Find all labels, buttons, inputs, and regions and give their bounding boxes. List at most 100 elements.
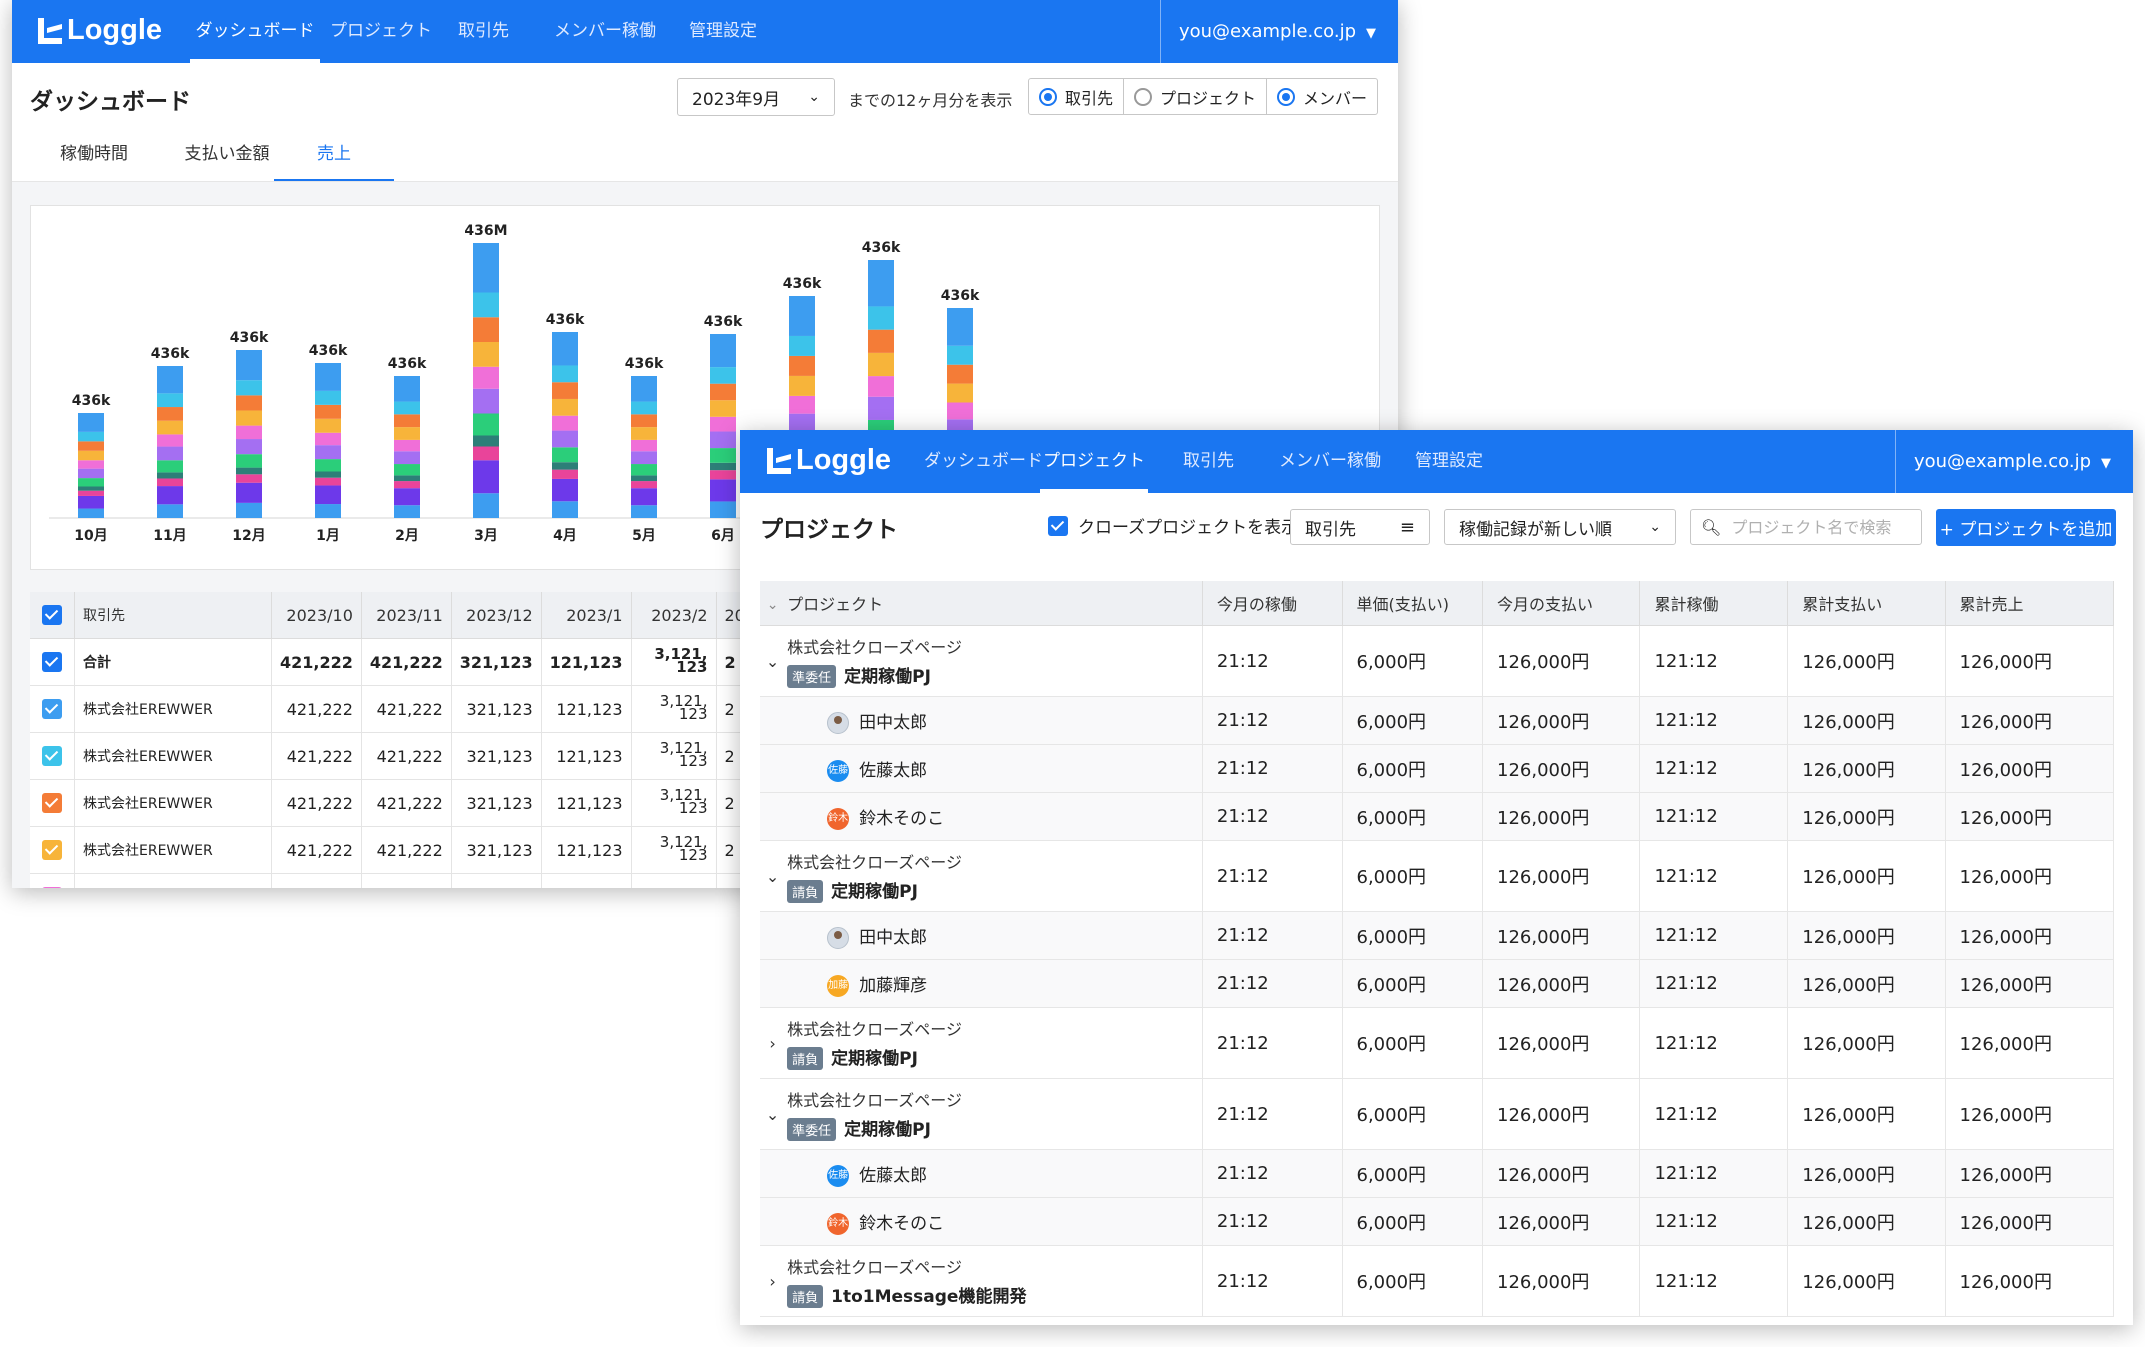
logo[interactable]: Loggle: [38, 14, 162, 47]
table-row[interactable]: 株式会社EREWWER421,222421,222321,123121,1233…: [30, 873, 794, 888]
project-name[interactable]: 1to1Message機能開発: [831, 1287, 1026, 1307]
bar-segment: [473, 413, 499, 436]
sort-select[interactable]: 稼働記録が新しい順 ⌄: [1444, 509, 1676, 545]
table-row[interactable]: 株式会社EREWWER421,222421,222321,123121,1233…: [30, 732, 794, 780]
expand-cell[interactable]: ⌄: [760, 1078, 786, 1150]
checkbox-checked-icon[interactable]: [42, 652, 62, 673]
chevron-right-icon[interactable]: ›: [769, 1034, 775, 1053]
project-name[interactable]: 定期稼働PJ: [831, 1049, 918, 1069]
nav-projects[interactable]: プロジェクト: [1040, 430, 1148, 493]
total-payment: 126,000円: [1787, 959, 1946, 1008]
expand-cell[interactable]: ⌄: [760, 840, 786, 912]
bar-segment: [710, 470, 736, 480]
account-menu[interactable]: you@example.co.jp ▼: [1159, 0, 1398, 63]
row-checkbox-cell[interactable]: [30, 732, 75, 780]
member-row[interactable]: 加藤 加藤輝彦 21:12 6,000円 126,000円 121:12 126,000円 1…: [760, 959, 2115, 1008]
expand-cell[interactable]: ⌄: [760, 625, 786, 697]
tab-sales[interactable]: 売上: [274, 134, 394, 182]
expand-cell[interactable]: ›: [760, 1007, 786, 1079]
radio-project[interactable]: プロジェクト: [1124, 79, 1268, 114]
bar-segment: [947, 383, 973, 403]
checkbox-checked-icon[interactable]: [42, 699, 62, 720]
project-cell[interactable]: 株式会社クローズページ 請負 1to1Message機能開発: [785, 1245, 1203, 1317]
project-row[interactable]: ⌄ 株式会社クローズページ 準委任 定期稼働PJ 21:12 6,000円 126,000円…: [760, 625, 2115, 697]
show-closed-toggle[interactable]: クローズプロジェクトを表示: [1048, 513, 1298, 538]
checkbox-checked-icon[interactable]: [42, 746, 62, 767]
nav-member-activity[interactable]: メンバー稼働: [1279, 430, 1381, 493]
chevron-right-icon[interactable]: ›: [769, 1272, 775, 1291]
checkbox-checked-icon[interactable]: [42, 840, 62, 861]
chevron-down-icon: ▼: [2101, 456, 2111, 471]
project-row[interactable]: ⌄ 株式会社クローズページ 準委任 定期稼働PJ 21:12 6,000円 126,000円…: [760, 1078, 2115, 1150]
table-row[interactable]: 株式会社EREWWER421,222421,222321,123121,1233…: [30, 685, 794, 733]
tab-payments[interactable]: 支払い金額: [162, 134, 292, 182]
checkbox-checked-icon[interactable]: [1048, 515, 1068, 536]
project-name[interactable]: 定期稼働PJ: [831, 882, 918, 902]
project-cell[interactable]: 株式会社クローズページ 請負 定期稼働PJ: [785, 1007, 1203, 1079]
project-cell[interactable]: 株式会社クローズページ 準委任 定期稼働PJ: [785, 625, 1203, 697]
checkbox-checked-icon[interactable]: [42, 887, 62, 888]
chevron-down-icon[interactable]: ⌄: [766, 867, 779, 886]
member-row[interactable]: 佐藤 佐藤太郎 21:12 6,000円 126,000円 121:12 126,000円 1…: [760, 744, 2115, 793]
account-menu[interactable]: you@example.co.jp ▼: [1894, 430, 2133, 493]
member-row[interactable]: 田中太郎 21:12 6,000円 126,000円 121:12 126,000円 126…: [760, 911, 2115, 960]
client-filter[interactable]: 取引先 ≡: [1290, 509, 1430, 545]
nav-member-activity[interactable]: メンバー稼働: [554, 0, 656, 63]
project-row[interactable]: › 株式会社クローズページ 請負 定期稼働PJ 21:12 6,000円 126,000円 1…: [760, 1007, 2115, 1079]
project-row[interactable]: › 株式会社クローズページ 請負 1to1Message機能開発 21:12 6,000円…: [760, 1245, 2115, 1317]
nav-clients[interactable]: 取引先: [458, 0, 509, 63]
project-cell[interactable]: 株式会社クローズページ 準委任 定期稼働PJ: [785, 1078, 1203, 1150]
nav-admin-settings[interactable]: 管理設定: [689, 0, 757, 63]
payment-this-month: 126,000円: [1482, 911, 1641, 960]
search-input[interactable]: [1729, 516, 1934, 538]
project-search[interactable]: 🔍︎: [1690, 509, 1934, 545]
bar-segment: [947, 364, 973, 384]
member-row[interactable]: 田中太郎 21:12 6,000円 126,000円 121:12 126,000円 126…: [760, 696, 2115, 745]
nav-clients[interactable]: 取引先: [1183, 430, 1234, 493]
project-name[interactable]: 定期稼働PJ: [844, 1120, 931, 1140]
month-select[interactable]: 2023年9月 ⌄: [677, 78, 835, 116]
tab-hours[interactable]: 稼働時間: [30, 134, 158, 182]
bar-stack[interactable]: 436k 10月: [72, 393, 111, 544]
row-checkbox-cell[interactable]: [30, 826, 75, 874]
nav-dashboard[interactable]: ダッシュボード: [924, 430, 1043, 493]
table-total-row[interactable]: 合計 421,222 421,222 321,123 121,123 3,121, 123…: [30, 638, 794, 686]
table-row[interactable]: 株式会社EREWWER421,222421,222321,123121,1233…: [30, 826, 794, 874]
chevron-down-icon[interactable]: ⌄: [766, 1105, 779, 1124]
row-checkbox-cell[interactable]: [30, 638, 75, 686]
checkbox-checked-icon[interactable]: [42, 605, 62, 626]
bar-stack[interactable]: 436k 1月: [309, 343, 348, 544]
radio-client[interactable]: 取引先: [1029, 79, 1125, 114]
add-project-button[interactable]: + プロジェクトを追加: [1936, 509, 2116, 546]
checkbox-checked-icon[interactable]: [42, 793, 62, 814]
chevron-down-icon[interactable]: ⌄: [766, 652, 779, 671]
bar-stack[interactable]: 436k 2月: [388, 356, 427, 544]
logo[interactable]: Loggle: [767, 444, 891, 477]
radio-member[interactable]: メンバー: [1267, 79, 1377, 114]
bar-stack[interactable]: 436k 5月: [625, 356, 664, 544]
bar-stack[interactable]: 436M 3月: [464, 223, 507, 544]
bar-stack[interactable]: 436k 11月: [151, 346, 190, 544]
table-row[interactable]: 株式会社EREWWER421,222421,222321,123121,1233…: [30, 779, 794, 827]
row-checkbox-cell[interactable]: [30, 685, 75, 733]
nav-dashboard[interactable]: ダッシュボード: [190, 0, 320, 63]
bar-stack[interactable]: 436k 4月: [546, 312, 585, 544]
member-row[interactable]: 鈴木 鈴木そのこ 21:12 6,000円 126,000円 121:12 126,000円…: [760, 1197, 2115, 1246]
project-row[interactable]: ⌄ 株式会社クローズページ 請負 定期稼働PJ 21:12 6,000円 126,000円 1…: [760, 840, 2115, 912]
member-row[interactable]: 佐藤 佐藤太郎 21:12 6,000円 126,000円 121:12 126,000円 1…: [760, 1149, 2115, 1198]
project-cell[interactable]: 株式会社クローズページ 請負 定期稼働PJ: [785, 840, 1203, 912]
bar-segment: [394, 481, 420, 489]
select-all-cell[interactable]: [30, 592, 75, 639]
project-name[interactable]: 定期稼働PJ: [844, 667, 931, 687]
expand-cell[interactable]: ›: [760, 1245, 786, 1317]
nav-admin-settings[interactable]: 管理設定: [1415, 430, 1483, 493]
expand-all-cell[interactable]: ⌄: [760, 581, 786, 626]
row-checkbox-cell[interactable]: [30, 779, 75, 827]
member-row[interactable]: 鈴木 鈴木そのこ 21:12 6,000円 126,000円 121:12 126,000円…: [760, 792, 2115, 841]
bar-stack[interactable]: 436k 12月: [230, 330, 269, 544]
nav-projects[interactable]: プロジェクト: [330, 0, 432, 63]
chevron-down-icon[interactable]: ⌄: [767, 597, 779, 613]
bar-stack[interactable]: 436k 6月: [704, 314, 743, 544]
cell-value: 121,123: [541, 873, 632, 888]
row-checkbox-cell[interactable]: [30, 873, 75, 888]
